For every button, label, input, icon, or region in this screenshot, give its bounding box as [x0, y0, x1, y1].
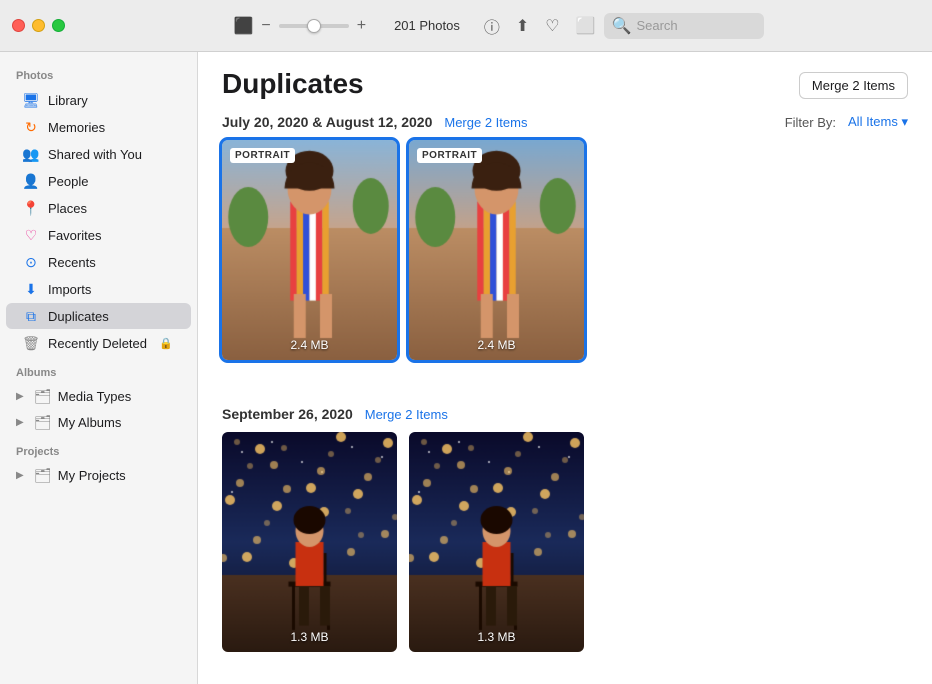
titlebar: ⬛ − + 201 Photos ⓘ ⬆ ♡ ⬜ 🔍 [0, 0, 932, 52]
group-date-1: July 20, 2020 & August 12, 2020 [222, 114, 432, 130]
photo-size-2-2: 1.3 MB [409, 630, 584, 644]
sidebar-section-projects: Projects [0, 436, 197, 462]
photos-grid-2: 1.3 MB 1.3 MB [198, 432, 932, 668]
sidebar-item-duplicates[interactable]: ⧉ Duplicates [6, 303, 191, 329]
lock-icon: 🔒 [159, 337, 173, 350]
sidebar-label-my-projects: My Projects [58, 468, 126, 483]
minimize-button[interactable] [32, 19, 45, 32]
sidebar-label-media-types: Media Types [58, 389, 131, 404]
merge-link-2[interactable]: Merge 2 Items [365, 407, 448, 422]
group-date-2: September 26, 2020 [222, 406, 353, 422]
zoom-slider[interactable] [279, 24, 349, 28]
filter-value[interactable]: All Items ▾ [848, 114, 908, 130]
expand-arrow-albums: ▶ [16, 417, 28, 428]
folder-icon-media: 🗂 [34, 388, 52, 405]
sidebar-label-people: People [48, 174, 88, 189]
sidebar-item-my-albums[interactable]: ▶ 🗂 My Albums [6, 410, 191, 435]
photo-size-1-1: 2.4 MB [222, 338, 397, 352]
duplicate-group-1: July 20, 2020 & August 12, 2020 Merge 2 … [198, 108, 932, 384]
sidebar-label-recently-deleted: Recently Deleted [48, 336, 147, 351]
zoom-minus-icon[interactable]: − [261, 17, 270, 35]
sidebar-item-places[interactable]: 📍 Places [6, 195, 191, 221]
merge-top-button[interactable]: Merge 2 Items [799, 72, 908, 99]
expand-arrow-media: ▶ [16, 391, 28, 402]
sidebar-label-memories: Memories [48, 120, 105, 135]
sidebar-label-shared: Shared with You [48, 147, 142, 162]
photo-image-2-2 [409, 432, 584, 652]
sidebar-item-recently-deleted[interactable]: 🗑 Recently Deleted 🔒 [6, 330, 191, 356]
sidebar-item-my-projects[interactable]: ▶ 🗂 My Projects [6, 463, 191, 488]
trash-icon: 🗑 [22, 334, 40, 352]
info-icon[interactable]: ⓘ [484, 14, 500, 38]
slideshow-icon[interactable]: ⬛ [233, 16, 253, 36]
photo-card-1-1[interactable]: PORTRAIT 2.4 MB [222, 140, 397, 360]
titlebar-center: ⬛ − + 201 Photos ⓘ ⬆ ♡ ⬜ 🔍 [77, 13, 920, 39]
sidebar-label-favorites: Favorites [48, 228, 101, 243]
sidebar-label-imports: Imports [48, 282, 91, 297]
sidebar-label-my-albums: My Albums [58, 415, 122, 430]
people-icon: 👤 [22, 172, 40, 190]
photo-badge-1-1: PORTRAIT [230, 148, 295, 163]
search-input[interactable] [636, 18, 755, 33]
heart-icon[interactable]: ♡ [545, 16, 559, 36]
sidebar: Photos 🖥 Library ↻ Memories 👥 Shared wit… [0, 52, 198, 684]
content-area: Duplicates Merge 2 Items July 20, 2020 &… [198, 52, 932, 684]
titlebar-actions: ⓘ ⬆ ♡ ⬜ [484, 14, 596, 38]
content-header: Duplicates Merge 2 Items [198, 52, 932, 108]
window-controls [12, 19, 65, 32]
duplicates-icon: ⧉ [22, 307, 40, 325]
sidebar-section-photos: Photos [0, 60, 197, 86]
library-icon: 🖥 [22, 91, 40, 109]
photo-badge-1-2: PORTRAIT [417, 148, 482, 163]
sidebar-label-duplicates: Duplicates [48, 309, 109, 324]
photo-size-2-1: 1.3 MB [222, 630, 397, 644]
sidebar-section-albums: Albums [0, 357, 197, 383]
group-header-2: September 26, 2020 Merge 2 Items [198, 400, 932, 432]
favorites-icon: ♡ [22, 226, 40, 244]
merge-link-1[interactable]: Merge 2 Items [444, 115, 527, 130]
sidebar-item-imports[interactable]: ⬇ Imports [6, 276, 191, 302]
expand-arrow-projects: ▶ [16, 470, 28, 481]
photo-card-1-2[interactable]: PORTRAIT 2.4 MB [409, 140, 584, 360]
maximize-button[interactable] [52, 19, 65, 32]
photo-card-2-2[interactable]: 1.3 MB [409, 432, 584, 652]
page-title: Duplicates [222, 68, 364, 100]
sidebar-item-people[interactable]: 👤 People [6, 168, 191, 194]
photo-image-1-1 [222, 140, 397, 360]
group-header-1: July 20, 2020 & August 12, 2020 Merge 2 … [198, 108, 932, 140]
sidebar-label-places: Places [48, 201, 87, 216]
folder-icon-albums: 🗂 [34, 414, 52, 431]
photos-grid-1: PORTRAIT 2.4 MB PORTRAIT 2.4 MB [198, 140, 932, 376]
sidebar-item-media-types[interactable]: ▶ 🗂 Media Types [6, 384, 191, 409]
share-icon[interactable]: ⬆ [516, 16, 529, 36]
sidebar-item-library[interactable]: 🖥 Library [6, 87, 191, 113]
crop-icon[interactable]: ⬜ [576, 16, 596, 36]
photo-count: 201 Photos [394, 18, 460, 33]
sidebar-item-recents[interactable]: ⊙ Recents [6, 249, 191, 275]
search-icon: 🔍 [612, 16, 632, 36]
sidebar-label-library: Library [48, 93, 88, 108]
sidebar-label-recents: Recents [48, 255, 96, 270]
close-button[interactable] [12, 19, 25, 32]
recents-icon: ⊙ [22, 253, 40, 271]
sidebar-item-shared[interactable]: 👥 Shared with You [6, 141, 191, 167]
photo-size-1-2: 2.4 MB [409, 338, 584, 352]
places-icon: 📍 [22, 199, 40, 217]
photo-card-2-1[interactable]: 1.3 MB [222, 432, 397, 652]
photo-image-2-1 [222, 432, 397, 652]
memories-icon: ↻ [22, 118, 40, 136]
search-box[interactable]: 🔍 [604, 13, 764, 39]
zoom-plus-icon[interactable]: + [357, 17, 366, 35]
shared-icon: 👥 [22, 145, 40, 163]
main-layout: Photos 🖥 Library ↻ Memories 👥 Shared wit… [0, 52, 932, 684]
folder-icon-projects: 🗂 [34, 467, 52, 484]
photo-image-1-2 [409, 140, 584, 360]
sidebar-item-favorites[interactable]: ♡ Favorites [6, 222, 191, 248]
sidebar-item-memories[interactable]: ↻ Memories [6, 114, 191, 140]
duplicate-group-2: September 26, 2020 Merge 2 Items 1.3 MB … [198, 400, 932, 676]
filter-label: Filter By: [785, 115, 836, 130]
zoom-thumb [307, 19, 321, 33]
imports-icon: ⬇ [22, 280, 40, 298]
